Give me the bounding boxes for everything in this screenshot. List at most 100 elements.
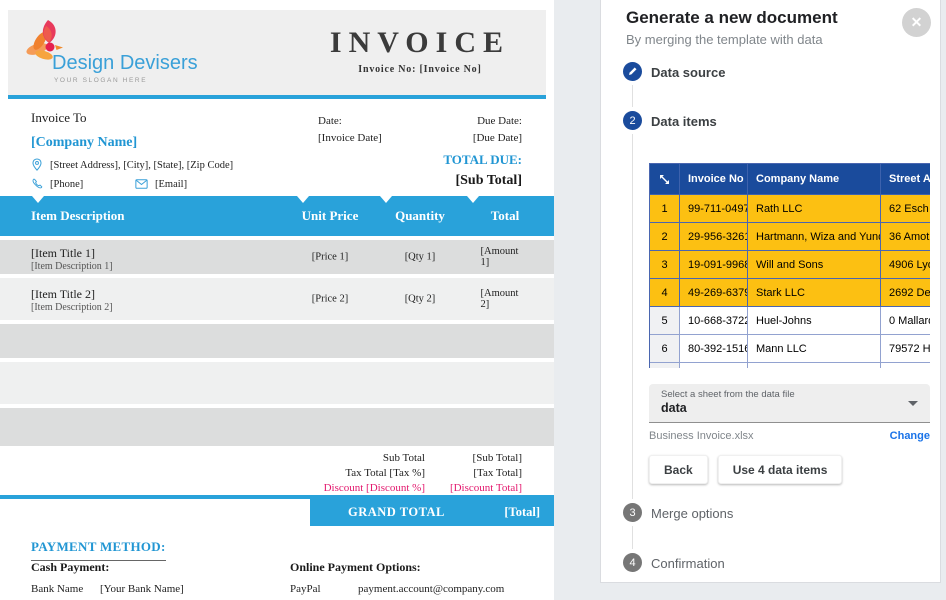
step-4-circle[interactable]: 4 <box>623 553 642 572</box>
close-icon: ✕ <box>911 14 923 31</box>
phone-icon <box>31 178 43 190</box>
invoice-template-preview: Design Devisers YOUR SLOGAN HERE INVOICE… <box>0 0 554 600</box>
bank-name-placeholder: [Your Bank Name] <box>100 583 184 595</box>
clipped-data-row <box>650 363 930 368</box>
online-payment-label: Online Payment Options: <box>290 560 421 575</box>
data-row-selected[interactable]: 3 19-091-9968 Will and Sons 4906 Lyons <box>650 251 930 279</box>
cell-invoice-no: 19-091-9968 <box>680 251 748 279</box>
cell-invoice-no: 99-711-0497 <box>680 195 748 223</box>
cell-company: Rath LLC <box>748 195 881 223</box>
use-data-items-button[interactable]: Use 4 data items <box>718 455 843 484</box>
invoice-title-block: INVOICE Invoice No: [Invoice No] <box>330 26 510 75</box>
change-file-link[interactable]: Change <box>890 430 930 442</box>
item-amount: [Amount 1] <box>481 246 530 268</box>
cell-invoice-no: 80-392-1516 <box>680 335 748 363</box>
data-row-selected[interactable]: 1 99-711-0497 Rath LLC 62 Esch La <box>650 195 930 223</box>
empty-item-row <box>0 324 554 358</box>
data-row[interactable]: 6 80-392-1516 Mann LLC 79572 Holy <box>650 335 930 363</box>
step-4-label[interactable]: Confirmation <box>651 556 725 571</box>
cell-street: 36 Amoth P <box>881 223 930 251</box>
cell-invoice-no: 49-269-6379 <box>680 279 748 307</box>
location-pin-icon <box>31 158 43 172</box>
data-row-selected[interactable]: 4 49-269-6379 Stark LLC 2692 Del So <box>650 279 930 307</box>
item-title: [Item Title 1] <box>31 246 95 261</box>
col-invoice-no: Invoice No <box>680 164 748 195</box>
step-1-circle[interactable] <box>623 62 642 81</box>
resize-diagonal-icon[interactable] <box>650 164 680 195</box>
cell-company: Will and Sons <box>748 251 881 279</box>
step-3-circle[interactable]: 3 <box>623 503 642 522</box>
step-1-label[interactable]: Data source <box>651 65 725 80</box>
due-date-placeholder: [Due Date] <box>473 132 522 144</box>
items-table-header: Item Description Unit Price Quantity Tot… <box>0 196 554 236</box>
phone-placeholder: [Phone] <box>50 179 83 190</box>
paypal-label: PayPal <box>290 583 321 595</box>
data-table-header-row: Invoice No Company Name Street Address <box>650 164 930 195</box>
item-qty: [Qty 1] <box>405 252 436 263</box>
item-description: [Item Description 2] <box>31 302 113 313</box>
header-notch <box>467 196 479 203</box>
item-row: [Item Title 1] [Item Description 1] [Pri… <box>0 240 554 274</box>
sheet-select-value: data <box>661 401 687 415</box>
total-due-value: [Sub Total] <box>443 173 522 189</box>
date-label: Date: <box>318 115 382 127</box>
cash-payment-label: Cash Payment: <box>31 560 109 575</box>
item-price: [Price 1] <box>312 252 348 263</box>
data-items-step-content: Invoice No Company Name Street Address 1… <box>649 163 930 484</box>
tax-value: [Tax Total] <box>425 467 522 479</box>
due-date-block: Due Date: [Due Date] <box>473 115 522 144</box>
col-quantity: Quantity <box>395 196 445 236</box>
sheet-select-dropdown[interactable]: Select a sheet from the data file data <box>649 384 930 423</box>
cell-street: 2692 Del So <box>881 279 930 307</box>
grand-total-bar: GRAND TOTAL [Total] <box>310 499 554 526</box>
subtotal-value: [Sub Total] <box>425 452 522 464</box>
brand-slogan: YOUR SLOGAN HERE <box>54 77 147 84</box>
row-number: 4 <box>650 279 680 307</box>
step-3-number: 3 <box>629 507 635 519</box>
step-2-label[interactable]: Data items <box>651 114 717 129</box>
invoice-number-placeholder: Invoice No: [Invoice No] <box>330 64 510 75</box>
brand-name: Design Devisers <box>52 52 198 75</box>
item-amount: [Amount 2] <box>481 288 530 310</box>
invoice-date-block: Date: [Invoice Date] <box>318 115 382 144</box>
cell-street: 0 Mallard W <box>881 307 930 335</box>
item-row: [Item Title 2] [Item Description 2] [Pri… <box>0 278 554 320</box>
sheet-select-label: Select a sheet from the data file <box>661 389 795 400</box>
step-3-label[interactable]: Merge options <box>651 506 733 521</box>
invoice-accent-rule <box>8 95 546 99</box>
tax-label: Tax Total [Tax %] <box>345 467 425 479</box>
cell-street: 4906 Lyons <box>881 251 930 279</box>
col-company-name: Company Name <box>748 164 881 195</box>
empty-item-row <box>0 362 554 404</box>
due-date-label: Due Date: <box>473 115 522 127</box>
cell-street: 62 Esch La <box>881 195 930 223</box>
row-number: 1 <box>650 195 680 223</box>
step-connector <box>632 134 633 499</box>
row-number: 5 <box>650 307 680 335</box>
step-2-circle[interactable]: 2 <box>623 111 642 130</box>
step-connector <box>632 526 633 549</box>
invoice-header-band: Design Devisers YOUR SLOGAN HERE INVOICE… <box>8 10 546 95</box>
close-button[interactable]: ✕ <box>902 8 931 37</box>
discount-label: Discount [Discount %] <box>324 482 425 494</box>
header-notch <box>380 196 392 203</box>
data-file-row: Business Invoice.xlsx Change <box>649 430 930 442</box>
back-button[interactable]: Back <box>649 455 708 484</box>
item-title: [Item Title 2] <box>31 287 95 302</box>
invoice-title: INVOICE <box>330 26 510 60</box>
data-row-selected[interactable]: 2 29-956-3261 Hartmann, Wiza and Yundt 3… <box>650 223 930 251</box>
data-file-name: Business Invoice.xlsx <box>649 430 754 442</box>
totals-block: Sub Total [Sub Total] Tax Total [Tax %] … <box>324 452 522 497</box>
company-name-placeholder: [Company Name] <box>31 135 233 151</box>
step-2-number: 2 <box>629 115 635 127</box>
data-row[interactable]: 5 10-668-3722 Huel-Johns 0 Mallard W <box>650 307 930 335</box>
empty-item-row <box>0 408 554 446</box>
email-placeholder: [Email] <box>155 179 187 190</box>
panel-subtitle: By merging the template with data <box>626 32 823 47</box>
cell-invoice-no: 29-956-3261 <box>680 223 748 251</box>
grand-total-value: [Total] <box>504 505 540 520</box>
bill-to-block: Invoice To [Company Name] [Street Addres… <box>31 110 233 190</box>
col-unit-price: Unit Price <box>302 196 359 236</box>
cell-company: Stark LLC <box>748 279 881 307</box>
email-icon <box>135 179 148 189</box>
